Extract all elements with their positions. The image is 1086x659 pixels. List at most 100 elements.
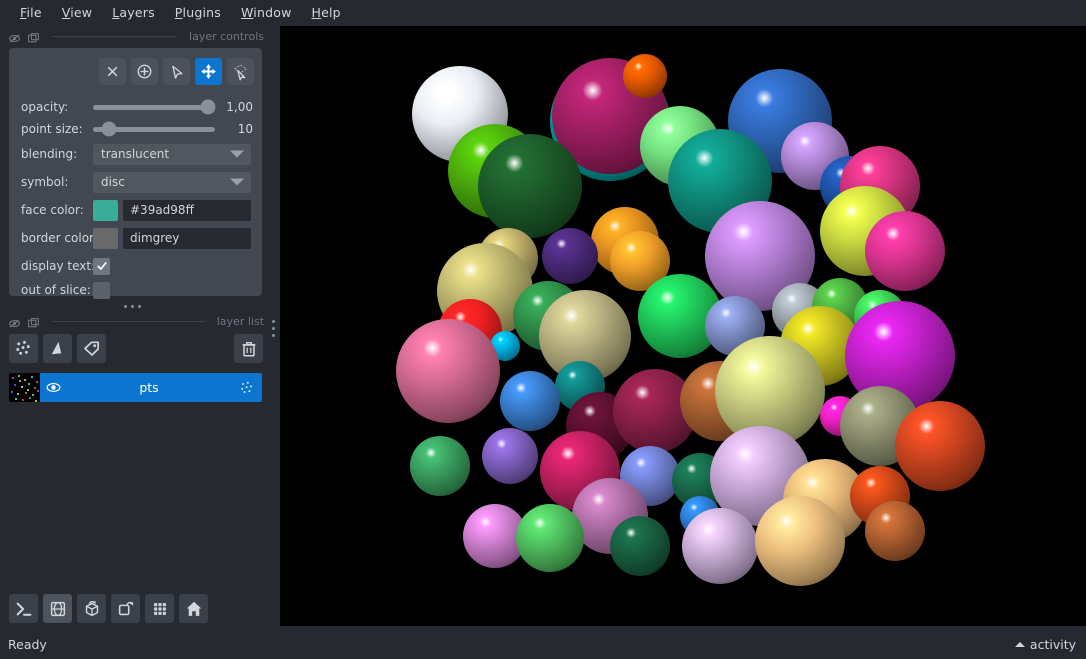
dock-divider xyxy=(52,35,178,37)
shapes-icon xyxy=(51,341,62,355)
pan-zoom-tool[interactable] xyxy=(195,58,222,85)
home-button[interactable] xyxy=(179,594,208,623)
console-button[interactable] xyxy=(9,594,38,623)
caret-up-icon xyxy=(1014,642,1025,647)
point-sphere xyxy=(542,228,598,284)
toggle-ndisplay-button[interactable] xyxy=(43,594,72,623)
point-sphere xyxy=(865,211,945,291)
hide-dock-icon[interactable] xyxy=(8,315,21,328)
layer-list-item-pts[interactable]: pts xyxy=(9,373,262,402)
float-dock-icon[interactable] xyxy=(27,315,40,328)
transpose-icon xyxy=(118,601,133,615)
point-sphere xyxy=(623,54,667,98)
activity-button[interactable]: activity xyxy=(1014,637,1086,652)
close-icon xyxy=(104,63,121,80)
menu-help[interactable]: Help xyxy=(302,3,351,22)
point-sphere xyxy=(516,504,584,572)
chevron-down-icon xyxy=(230,178,244,186)
menu-window[interactable]: Window xyxy=(231,3,302,22)
new-points-layer-button[interactable] xyxy=(9,334,38,363)
menu-plugins[interactable]: Plugins xyxy=(165,3,231,22)
cube-wire-icon xyxy=(50,601,65,616)
face-color-value: #39ad98ff xyxy=(130,203,194,217)
dock-divider xyxy=(52,320,205,322)
point-sphere xyxy=(895,401,985,491)
delete-layer-button[interactable] xyxy=(234,334,263,363)
check-icon xyxy=(96,262,107,270)
points-icon xyxy=(16,340,30,355)
point-sphere xyxy=(482,428,538,484)
napari-main-window: File View Layers Plugins Window Help layer co… xyxy=(0,0,1086,659)
eye-icon xyxy=(46,382,60,393)
viewer-canvas[interactable] xyxy=(280,26,1086,626)
point-sphere xyxy=(410,436,470,496)
symbol-label: symbol: xyxy=(21,175,69,189)
display-text-row: display text: xyxy=(9,255,262,277)
float-dock-icon[interactable] xyxy=(27,30,40,43)
blending-select[interactable]: translucent xyxy=(93,143,251,165)
border-color-swatch[interactable] xyxy=(93,227,118,249)
menu-view[interactable]: View xyxy=(52,3,102,22)
symbol-row: symbol: disc xyxy=(9,171,262,193)
point-sphere xyxy=(500,371,560,431)
move-arrows-icon xyxy=(199,62,218,81)
add-circle-icon xyxy=(135,62,154,81)
select-points-tool[interactable] xyxy=(163,58,190,85)
grid-icon xyxy=(153,602,166,615)
opacity-slider[interactable] xyxy=(93,96,216,118)
blending-value: translucent xyxy=(101,147,170,161)
face-color-row: face color: #39ad98ff xyxy=(9,199,262,221)
new-labels-layer-button[interactable] xyxy=(77,334,106,363)
hide-dock-icon[interactable] xyxy=(8,30,21,43)
status-bar: Ready activity xyxy=(0,630,1086,659)
blending-row: blending: translucent xyxy=(9,143,262,165)
new-shapes-layer-button[interactable] xyxy=(43,334,72,363)
point-size-slider-handle[interactable] xyxy=(101,121,117,137)
point-sphere xyxy=(396,319,500,423)
out-of-slice-label: out of slice: xyxy=(21,283,91,297)
point-size-slider[interactable] xyxy=(93,118,215,140)
points-icon xyxy=(241,381,253,393)
display-text-label: display text: xyxy=(21,259,96,273)
face-color-field[interactable]: #39ad98ff xyxy=(123,199,251,221)
layer-thumbnail xyxy=(9,373,40,402)
labels-tag-icon xyxy=(84,341,100,356)
activity-label: activity xyxy=(1029,637,1076,652)
roll-dims-button[interactable] xyxy=(77,594,106,623)
chevron-down-icon xyxy=(230,150,244,158)
layer-visibility-toggle[interactable] xyxy=(40,379,66,396)
layer-controls-dock-header: layer controls xyxy=(0,26,270,46)
layer-name-label: pts xyxy=(139,380,159,395)
console-icon xyxy=(16,602,31,616)
display-text-checkbox[interactable] xyxy=(93,257,110,275)
border-color-value: dimgrey xyxy=(130,231,180,245)
layer-list-button-row xyxy=(9,334,106,363)
border-color-field[interactable]: dimgrey xyxy=(123,227,251,249)
opacity-slider-handle[interactable] xyxy=(200,99,216,115)
menu-file[interactable]: File xyxy=(10,3,52,22)
blending-label: blending: xyxy=(21,147,78,161)
transpose-dims-button[interactable] xyxy=(111,594,140,623)
add-points-tool[interactable] xyxy=(131,58,158,85)
status-message: Ready xyxy=(8,637,47,652)
face-color-swatch[interactable] xyxy=(93,199,118,221)
delete-selected-points-tool[interactable] xyxy=(99,58,126,85)
opacity-value: 1,00 xyxy=(226,100,253,114)
menu-layers[interactable]: Layers xyxy=(102,3,165,22)
out-of-slice-checkbox[interactable] xyxy=(93,281,110,299)
point-size-value: 10 xyxy=(237,122,253,136)
face-color-label: face color: xyxy=(21,203,84,217)
viewer-buttons-toolbar xyxy=(9,594,208,623)
grid-view-button[interactable] xyxy=(145,594,174,623)
symbol-select[interactable]: disc xyxy=(93,171,251,193)
point-size-row: point size: 10 xyxy=(9,118,262,140)
point-sphere xyxy=(478,134,582,238)
home-icon xyxy=(186,601,201,616)
layer-list-title: layer list xyxy=(216,314,264,328)
trash-icon xyxy=(242,341,255,357)
menu-bar: File View Layers Plugins Window Help xyxy=(0,0,1086,24)
point-sphere xyxy=(755,496,845,586)
out-of-slice-row: out of slice: xyxy=(9,279,262,301)
cursor-arrow-icon xyxy=(168,63,186,81)
transform-tool[interactable] xyxy=(227,58,254,85)
